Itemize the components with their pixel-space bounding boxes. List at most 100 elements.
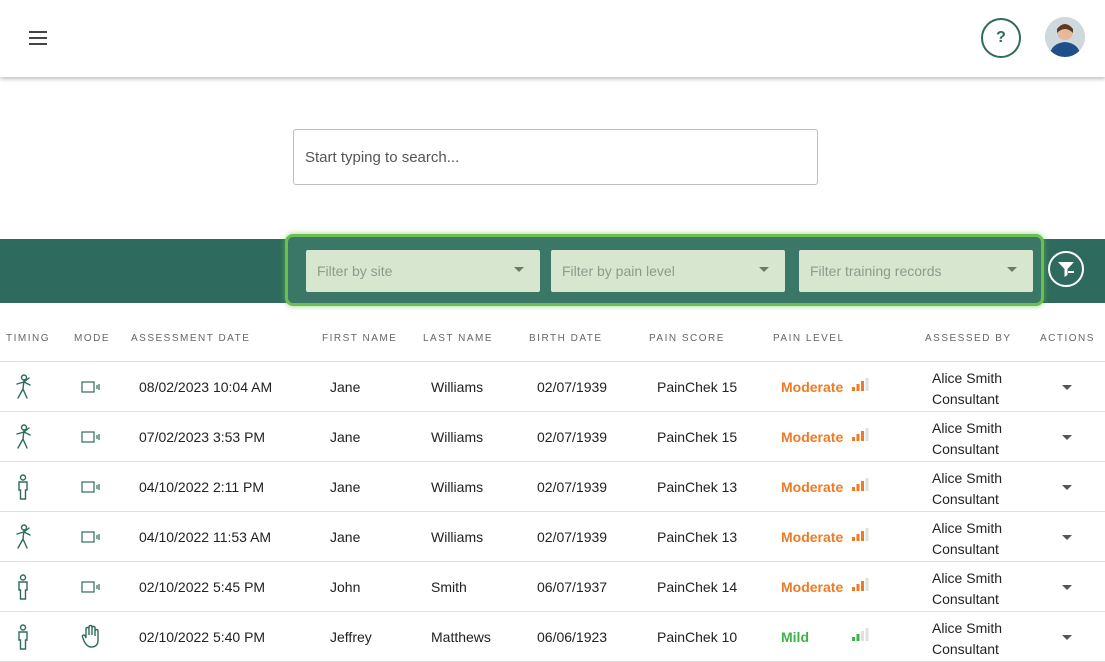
last-name: Williams: [431, 429, 484, 445]
pain-level: Mild: [781, 629, 809, 645]
column-header-timing[interactable]: TIMING: [6, 333, 50, 344]
column-header-mode[interactable]: MODE: [74, 333, 110, 344]
assessor-role: Consultant: [932, 491, 999, 507]
clear-filters-button[interactable]: [1048, 251, 1084, 287]
assessment-date: 04/10/2022 2:11 PM: [139, 479, 265, 495]
assessor-role: Consultant: [932, 591, 999, 607]
pain-level-bars-icon: [852, 528, 869, 541]
filter-by-pain-level-select[interactable]: Filter by pain level: [551, 250, 785, 292]
birth-date: 02/07/1939: [537, 429, 608, 445]
pain-level: Moderate: [781, 579, 844, 595]
filter-training-records-select[interactable]: Filter training records: [799, 250, 1033, 292]
help-button[interactable]: ?: [981, 18, 1021, 58]
assessor-name: Alice Smith: [932, 570, 1003, 586]
assessment-date: 02/10/2022 5:45 PM: [139, 579, 266, 595]
pain-score: PainChek 13: [657, 529, 738, 545]
table-row[interactable]: 02/10/2022 5:45 PM John Smith 06/07/1937…: [0, 562, 1105, 612]
pain-score: PainChek 15: [657, 379, 738, 395]
filter-site-label: Filter by site: [317, 263, 393, 279]
assessor-role: Consultant: [932, 641, 999, 657]
column-header-first-name[interactable]: FIRST NAME: [322, 333, 397, 344]
row-actions-chevron-down-icon[interactable]: [1062, 585, 1072, 590]
movement-icon: [12, 424, 34, 450]
first-name: John: [330, 579, 361, 595]
table-row[interactable]: 08/02/2023 10:04 AM Jane Williams 02/07/…: [0, 362, 1105, 412]
column-header-assessed-by[interactable]: ASSESSED BY: [925, 333, 1012, 344]
table-row[interactable]: 02/10/2022 5:40 PM Jeffrey Matthews 06/0…: [0, 612, 1105, 662]
column-header-pain-level[interactable]: PAIN LEVEL: [773, 333, 845, 344]
pain-score: PainChek 13: [657, 479, 738, 495]
birth-date: 02/07/1939: [537, 529, 608, 545]
row-actions-chevron-down-icon[interactable]: [1062, 635, 1072, 640]
first-name: Jane: [330, 429, 361, 445]
assessor-name: Alice Smith: [932, 520, 1003, 536]
pain-level-bars-icon: [852, 578, 869, 591]
pain-score: PainChek 14: [657, 579, 738, 595]
column-header-assessment-date[interactable]: ASSESSMENT DATE: [131, 333, 250, 344]
first-name: Jeffrey: [330, 629, 372, 645]
last-name: Williams: [431, 379, 484, 395]
birth-date: 02/07/1939: [537, 479, 608, 495]
first-name: Jane: [330, 529, 361, 545]
rest-icon: [12, 624, 34, 650]
table-row[interactable]: 07/02/2023 3:53 PM Jane Williams 02/07/1…: [0, 412, 1105, 462]
movement-icon: [12, 374, 34, 400]
filter-training-label: Filter training records: [810, 263, 942, 279]
last-name: Matthews: [431, 629, 491, 645]
assessor-role: Consultant: [932, 441, 999, 457]
camera-icon: [80, 378, 102, 396]
assessor-name: Alice Smith: [932, 370, 1003, 386]
column-header-pain-score[interactable]: PAIN SCORE: [649, 333, 725, 344]
movement-icon: [12, 524, 34, 550]
assessment-date: 08/02/2023 10:04 AM: [139, 379, 273, 395]
filter-pain-level-label: Filter by pain level: [562, 263, 675, 279]
assessor-name: Alice Smith: [932, 420, 1003, 436]
search-input[interactable]: [293, 129, 818, 185]
assessor-name: Alice Smith: [932, 470, 1003, 486]
pain-level: Moderate: [781, 379, 844, 395]
assessment-date: 07/02/2023 3:53 PM: [139, 429, 266, 445]
assessment-date: 02/10/2022 5:40 PM: [139, 629, 266, 645]
first-name: Jane: [330, 379, 361, 395]
assessed-by: Alice Smith Consultant: [932, 368, 1002, 410]
pain-level: Moderate: [781, 429, 844, 445]
table-row[interactable]: 04/10/2022 2:11 PM Jane Williams 02/07/1…: [0, 462, 1105, 512]
rest-icon: [12, 474, 34, 500]
hamburger-menu-icon[interactable]: [24, 26, 52, 50]
assessed-by: Alice Smith Consultant: [932, 418, 1002, 460]
birth-date: 02/07/1939: [537, 379, 608, 395]
assessed-by: Alice Smith Consultant: [932, 468, 1002, 510]
birth-date: 06/07/1937: [537, 579, 608, 595]
table-row[interactable]: 04/10/2022 11:53 AM Jane Williams 02/07/…: [0, 512, 1105, 562]
chevron-down-icon: [514, 267, 524, 272]
column-header-birth-date[interactable]: BIRTH DATE: [529, 333, 603, 344]
row-actions-chevron-down-icon[interactable]: [1062, 385, 1072, 390]
row-actions-chevron-down-icon[interactable]: [1062, 535, 1072, 540]
pain-score: PainChek 15: [657, 429, 738, 445]
pain-level-bars-icon: [852, 378, 869, 391]
app-bar: ?: [0, 0, 1105, 77]
pain-level-bars-icon: [852, 628, 869, 641]
filter-by-site-select[interactable]: Filter by site: [306, 250, 540, 292]
pain-level-bars-icon: [852, 478, 869, 491]
user-avatar[interactable]: [1045, 17, 1085, 57]
pain-score: PainChek 10: [657, 629, 738, 645]
camera-icon: [80, 428, 102, 446]
birth-date: 06/06/1923: [537, 629, 608, 645]
chevron-down-icon: [759, 267, 769, 272]
camera-icon: [80, 478, 102, 496]
assessor-role: Consultant: [932, 391, 999, 407]
assessor-role: Consultant: [932, 541, 999, 557]
row-actions-chevron-down-icon[interactable]: [1062, 435, 1072, 440]
assessment-date: 04/10/2022 11:53 AM: [139, 529, 272, 545]
column-header-last-name[interactable]: LAST NAME: [423, 333, 493, 344]
assessed-by: Alice Smith Consultant: [932, 518, 1002, 560]
assessed-by: Alice Smith Consultant: [932, 568, 1002, 610]
rest-icon: [12, 574, 34, 600]
row-actions-chevron-down-icon[interactable]: [1062, 485, 1072, 490]
hand-icon: [80, 624, 102, 650]
pain-level: Moderate: [781, 529, 844, 545]
pain-level-bars-icon: [852, 428, 869, 441]
assessor-name: Alice Smith: [932, 620, 1003, 636]
filter-clear-icon: [1058, 262, 1074, 277]
